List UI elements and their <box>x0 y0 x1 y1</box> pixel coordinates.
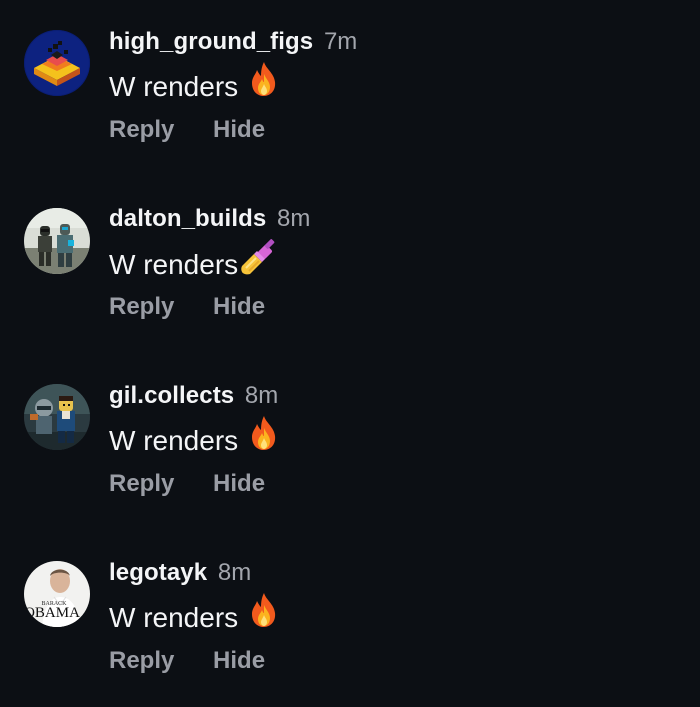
username[interactable]: gil.collects <box>109 382 234 409</box>
comment-body: W renders <box>109 424 239 456</box>
timestamp: 8m <box>244 382 279 409</box>
comment-body: W renders <box>109 601 239 633</box>
comment-actions: Reply Hide <box>109 645 265 677</box>
avatar-caption-large: OBAMA <box>24 605 80 621</box>
reply-button[interactable]: Reply <box>109 647 174 674</box>
comment-text: W renders <box>109 61 280 110</box>
reply-button[interactable]: Reply <box>109 116 174 143</box>
hide-button[interactable]: Hide <box>213 647 265 674</box>
timestamp: 8m <box>276 205 311 232</box>
username[interactable]: high_ground_figs <box>109 28 313 55</box>
fire-emoji-icon <box>248 61 280 110</box>
timestamp: 7m <box>323 28 358 55</box>
comment-body: W renders <box>109 248 239 280</box>
username[interactable]: dalton_builds <box>109 205 266 232</box>
comment-item: high_ground_figs 7m W renders Reply Hide <box>0 26 700 176</box>
avatar[interactable] <box>24 384 90 450</box>
comment-meta: gil.collects 8m <box>109 380 278 412</box>
fire-emoji-icon <box>248 415 280 464</box>
username[interactable]: legotayk <box>109 559 207 586</box>
hide-button[interactable]: Hide <box>213 116 265 143</box>
comment-actions: Reply Hide <box>109 114 265 146</box>
comment-item: gil.collects 8m W renders Reply Hide <box>0 380 700 530</box>
nail-polish-icon <box>238 238 278 289</box>
avatar[interactable] <box>24 30 90 96</box>
figures-photo-avatar-icon <box>24 208 90 274</box>
comment-text: W renders <box>109 592 280 641</box>
comment-actions: Reply Hide <box>109 468 265 500</box>
hide-button[interactable]: Hide <box>213 470 265 497</box>
comment-text: W renders <box>109 415 280 464</box>
pixel-art-avatar-icon <box>24 30 90 96</box>
portrait-photo-avatar-icon: BARACK OBAMA <box>24 561 90 627</box>
comment-meta: dalton_builds 8m <box>109 203 310 235</box>
reply-button[interactable]: Reply <box>109 470 174 497</box>
figure-photo-avatar-icon <box>24 384 90 450</box>
hide-button[interactable]: Hide <box>213 293 265 320</box>
comment-item: BARACK OBAMA legotayk 8m W renders Reply… <box>0 557 700 707</box>
reply-button[interactable]: Reply <box>109 293 174 320</box>
comment-text: W renders <box>109 239 278 285</box>
avatar[interactable]: BARACK OBAMA <box>24 561 90 627</box>
comment-meta: legotayk 8m <box>109 557 251 589</box>
avatar[interactable] <box>24 208 90 274</box>
comment-item: dalton_builds 8m W renders Reply Hide <box>0 203 700 353</box>
comment-body: W renders <box>109 70 239 102</box>
comment-meta: high_ground_figs 7m <box>109 26 357 58</box>
comment-actions: Reply Hide <box>109 291 265 323</box>
timestamp: 8m <box>217 559 252 586</box>
fire-emoji-icon <box>248 592 280 641</box>
